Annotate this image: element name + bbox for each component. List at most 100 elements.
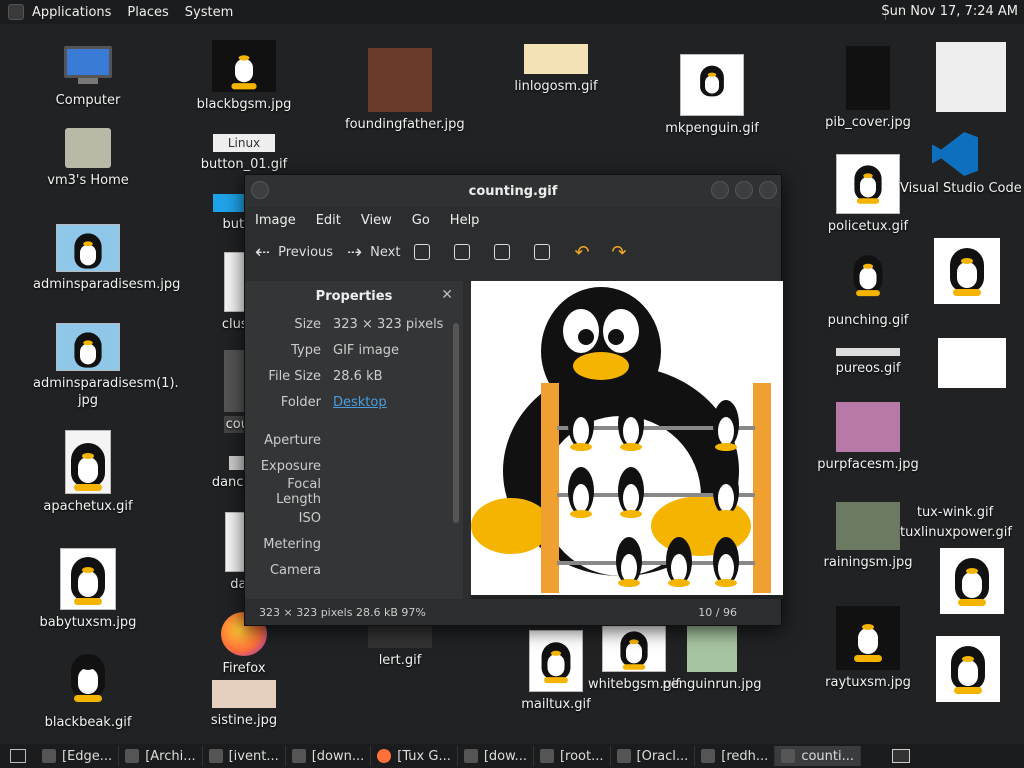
window-title: counting.gif <box>468 183 558 199</box>
task-terminal[interactable]: [root... <box>534 746 611 766</box>
desktop-icon-sistine[interactable]: sistine.jpg <box>189 680 299 729</box>
desktop-icon-raytuxsm[interactable]: raytuxsm.jpg <box>813 606 923 691</box>
window-menu-button[interactable] <box>251 181 269 199</box>
property-key: Type <box>291 342 321 358</box>
property-row: Exposure <box>245 453 463 479</box>
task-downloads-1[interactable]: [down... <box>286 746 372 766</box>
previous-button[interactable]: ⇠ Previous <box>255 242 333 263</box>
properties-scrollbar[interactable] <box>453 323 459 523</box>
image-thumbnail <box>836 348 900 356</box>
task-redhat[interactable]: [redh... <box>695 746 776 766</box>
desktop-icon-home[interactable]: vm3's Home <box>33 128 143 189</box>
window-icon <box>616 749 631 763</box>
property-row: Folder Desktop <box>245 389 463 415</box>
image-viewer-window[interactable]: counting.gif Image Edit View Go Help ⇠ P… <box>244 174 783 626</box>
desktop-icon-foundingfather[interactable]: foundingfather.jpg <box>345 48 465 133</box>
desktop-icon-computer[interactable]: Computer <box>33 46 143 109</box>
desktop-icon-apachetux[interactable]: apachetux.gif <box>33 430 143 515</box>
folder-link[interactable]: Desktop <box>333 395 387 410</box>
clock[interactable]: Sun Nov 17, 7:24 AM <box>881 0 1018 24</box>
stacked-thumbnail[interactable] <box>936 636 1000 702</box>
property-row: Type GIF image <box>245 337 463 363</box>
normal-size-icon[interactable] <box>494 244 511 260</box>
image-thumbnail <box>368 48 432 112</box>
image-thumbnail: Linux <box>213 134 275 152</box>
desktop-icon-vscode[interactable]: Visual Studio Code <box>900 132 1022 197</box>
image-thumbnail <box>848 250 888 308</box>
desktop-icon-label: lert.gif <box>378 653 422 668</box>
menu-help[interactable]: Help <box>440 213 490 228</box>
close-icon[interactable]: ✕ <box>441 287 453 303</box>
zoom-in-icon[interactable] <box>414 244 431 260</box>
menu-places[interactable]: Places <box>119 0 176 24</box>
task-counting[interactable]: counti... <box>775 746 862 766</box>
image-thumbnail <box>56 323 120 371</box>
image-canvas[interactable] <box>471 281 783 599</box>
desktop-icon-label: button_01.gif <box>200 157 288 172</box>
task-edge[interactable]: [Edge... <box>36 746 120 766</box>
stacked-thumbnail[interactable] <box>934 238 1000 304</box>
stacked-thumbnail[interactable] <box>936 42 1006 112</box>
menu-edit[interactable]: Edit <box>306 213 351 228</box>
desktop-icon-pureos[interactable]: pureos.gif <box>813 348 923 377</box>
property-key: ISO <box>298 510 321 526</box>
desktop-icon-adminsparadisesm[interactable]: adminsparadisesm.jpg <box>33 224 180 293</box>
maximize-button[interactable] <box>735 181 753 199</box>
desktop-icon-button01[interactable]: Linux button_01.gif <box>189 134 299 173</box>
desktop-icon-tuxlinuxpower[interactable]: tuxlinuxpower.gif <box>900 520 1012 541</box>
top-panel: Applications Places System Sun Nov 17, 7… <box>0 0 1024 24</box>
property-row: File Size 28.6 kB <box>245 363 463 389</box>
next-button[interactable]: ⇢ Next <box>347 242 400 263</box>
image-thumbnail <box>836 606 900 670</box>
desktop-icon-punching[interactable]: punching.gif <box>813 250 923 329</box>
desktop-icon-lert[interactable]: lert.gif <box>345 624 455 669</box>
image-thumbnail <box>846 46 890 110</box>
task-archive[interactable]: [Archi... <box>119 746 203 766</box>
home-folder-icon <box>65 128 111 168</box>
stacked-thumbnail[interactable] <box>938 338 1006 388</box>
desktop-icon-tuxwink[interactable]: tux-wink.gif <box>900 500 1010 521</box>
task-oracle[interactable]: [Oracl... <box>611 746 696 766</box>
image-thumbnail <box>60 648 116 710</box>
menu-system[interactable]: System <box>177 0 241 24</box>
desktop-icon-label: sistine.jpg <box>210 713 278 728</box>
desktop-icon-purpfacesm[interactable]: purpfacesm.jpg <box>813 402 923 473</box>
task-firefox[interactable]: [Tux G... <box>371 746 458 766</box>
stacked-thumbnail[interactable] <box>940 548 1004 614</box>
image-thumbnail <box>687 624 737 672</box>
menu-image[interactable]: Image <box>245 213 306 228</box>
show-desktop-icon[interactable] <box>10 749 26 763</box>
task-downloads-2[interactable]: [dow... <box>458 746 534 766</box>
minimize-button[interactable] <box>711 181 729 199</box>
distro-logo-icon[interactable] <box>8 4 24 20</box>
next-label: Next <box>370 244 401 260</box>
desktop-icon-blackbeak[interactable]: blackbeak.gif <box>33 648 143 731</box>
status-image-info: 323 × 323 pixels 28.6 kB 97% <box>259 605 426 619</box>
close-button[interactable] <box>759 181 777 199</box>
best-fit-icon[interactable] <box>534 244 551 260</box>
rotate-left-icon[interactable]: ↶ <box>574 242 589 263</box>
property-row: Focal Length <box>245 477 463 507</box>
desktop-icon-penguinrun[interactable]: penguinrun.jpg <box>657 624 767 693</box>
menu-go[interactable]: Go <box>402 213 440 228</box>
desktop-icon-adminsparadisesm1[interactable]: adminsparadisesm(1). jpg <box>33 323 179 409</box>
desktop-icon-mkpenguin[interactable]: mkpenguin.gif <box>657 54 767 137</box>
desktop-icon-babytuxsm[interactable]: babytuxsm.jpg <box>33 548 143 631</box>
menu-applications[interactable]: Applications <box>24 0 119 24</box>
desktop-icon-label: policetux.gif <box>827 219 909 234</box>
zoom-out-icon[interactable] <box>454 244 471 260</box>
menu-view[interactable]: View <box>351 213 402 228</box>
task-ivent[interactable]: [ivent... <box>203 746 286 766</box>
property-key: Aperture <box>264 432 321 448</box>
window-icon <box>125 749 140 763</box>
toolbar: ⇠ Previous ⇢ Next ↶ ↷ <box>245 233 781 271</box>
desktop-icon-blackbgsm[interactable]: blackbgsm.jpg <box>189 40 299 113</box>
desktop-icon-pibcover[interactable]: pib_cover.jpg <box>813 46 923 131</box>
desktop-icon-linlogosm[interactable]: linlogosm.gif <box>501 44 611 95</box>
rotate-right-icon[interactable]: ↷ <box>612 242 627 263</box>
property-key: Folder <box>280 394 321 410</box>
window-titlebar[interactable]: counting.gif <box>245 175 781 207</box>
desktop-icon-label: vm3's Home <box>47 173 129 188</box>
workspace-switcher[interactable] <box>892 749 910 763</box>
desktop-icon-label: apachetux.gif <box>43 499 133 514</box>
